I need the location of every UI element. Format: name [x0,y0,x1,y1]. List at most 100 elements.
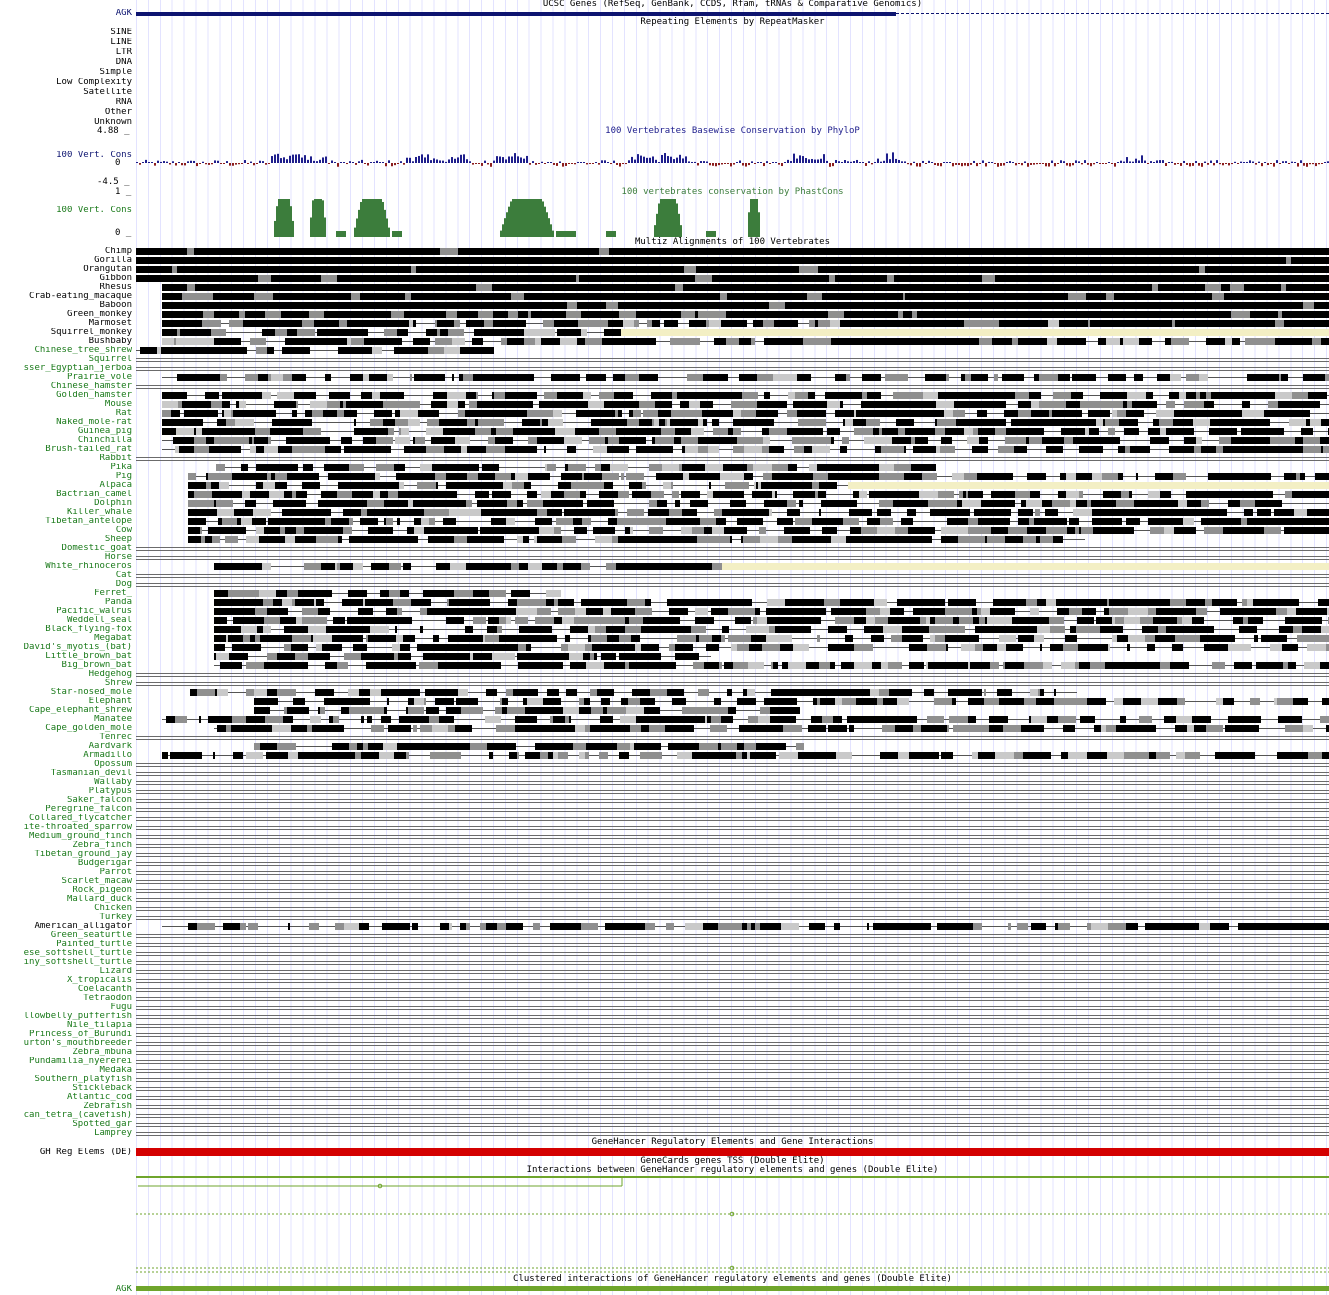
species-label[interactable]: Alpaca [0,481,132,490]
species-label[interactable]: David's_myotis_(bat) [0,643,132,652]
alignment-row[interactable] [136,500,1329,508]
alignment-row[interactable] [136,617,1329,625]
alignment-row[interactable] [136,410,1329,418]
alignment-row[interactable] [136,275,1329,283]
phastcons-track-label[interactable]: 100 Vert. Cons [0,206,132,215]
species-label[interactable]: Gorilla [0,256,132,265]
repeat-class-label[interactable]: RNA [0,98,132,107]
phastcons-wiggle-plot[interactable] [136,194,1329,238]
alignment-row[interactable] [136,518,1329,526]
alignment-row[interactable] [136,419,1329,427]
repeat-class-label[interactable]: LTR [0,48,132,57]
alignment-row[interactable] [136,626,1329,634]
alignment-row[interactable] [136,428,1329,436]
alignment-row[interactable] [136,599,1329,607]
species-label[interactable]: Hedgehog [0,670,132,679]
phylop-track-title[interactable]: 100 Vertebrates Basewise Conservation by… [136,127,1329,136]
species-label[interactable]: Bactrian_camel [0,490,132,499]
alignment-row[interactable] [136,644,1329,652]
alignment-row[interactable] [136,635,1329,643]
alignment-row[interactable] [136,689,1329,697]
species-label[interactable]: Cat [0,571,132,580]
alignment-row[interactable] [136,707,1329,715]
species-label[interactable]: Little_brown_bat [0,652,132,661]
alignment-row[interactable] [136,437,1329,445]
alignment-row[interactable] [136,284,1329,292]
species-label[interactable]: Chimp [0,247,132,256]
species-label[interactable]: Chinese_hamster [0,382,132,391]
alignment-row[interactable] [136,257,1329,265]
species-label[interactable]: Black_flying-fox [0,625,132,634]
species-label[interactable]: sser_Egyptian_jerboa [0,364,132,373]
species-label[interactable]: Crab-eating_macaque [0,292,132,301]
species-label[interactable]: Star-nosed_mole [0,688,132,697]
species-label[interactable]: Pig [0,472,132,481]
repeatmasker-track-title[interactable]: Repeating Elements by RepeatMasker [136,18,1329,27]
alignment-row[interactable] [136,698,1329,706]
alignment-row[interactable] [136,563,1329,571]
species-label[interactable]: Pika [0,463,132,472]
alignment-row[interactable] [136,293,1329,301]
alignment-row[interactable] [136,491,1329,499]
species-label[interactable]: Cow [0,526,132,535]
species-label[interactable]: Green_monkey [0,310,132,319]
alignment-row[interactable] [136,536,1329,544]
repeat-class-label[interactable]: SINE [0,28,132,37]
species-label[interactable]: Killer_whale [0,508,132,517]
species-label[interactable]: Panda [0,598,132,607]
alignment-row[interactable] [136,374,1329,382]
alignment-row[interactable] [136,302,1329,310]
species-label[interactable]: Chinese_tree_shrew [0,346,132,355]
species-label[interactable]: Dog [0,580,132,589]
species-label[interactable]: Squirrel [0,355,132,364]
gene-label-agk[interactable]: AGK [0,9,132,18]
alignment-row[interactable] [136,590,1329,598]
species-label[interactable]: Rhesus [0,283,132,292]
species-label[interactable]: White_rhinoceros [0,562,132,571]
alignment-row[interactable] [136,338,1329,346]
species-label[interactable]: Orangutan [0,265,132,274]
multiz-track-title[interactable]: Multiz Alignments of 100 Vertebrates [136,238,1329,247]
species-label[interactable]: Gibbon [0,274,132,283]
species-label[interactable]: Bushbaby [0,337,132,346]
alignment-row[interactable] [136,608,1329,616]
species-label[interactable]: Marmoset [0,319,132,328]
species-label[interactable]: Mouse [0,400,132,409]
alignment-row[interactable] [136,464,1329,472]
species-label[interactable]: Sheep [0,535,132,544]
gene-agk-intron-line[interactable] [896,13,1329,14]
alignment-row[interactable] [136,401,1329,409]
alignment-row[interactable] [136,716,1329,724]
repeat-class-label[interactable]: LINE [0,38,132,47]
phylop-wiggle-plot[interactable] [136,136,1329,188]
species-label[interactable]: Squirrel_monkey [0,328,132,337]
alignment-row[interactable] [136,392,1329,400]
species-label[interactable]: Baboon [0,301,132,310]
alignment-row[interactable] [136,329,1329,337]
repeat-class-label[interactable]: Other [0,108,132,117]
repeat-class-label[interactable]: Satellite [0,88,132,97]
alignment-row[interactable] [136,347,1329,355]
species-label[interactable]: Dolphin [0,499,132,508]
alignment-row[interactable] [136,248,1329,256]
alignment-row[interactable] [136,446,1329,454]
species-label[interactable]: Megabat [0,634,132,643]
species-label[interactable]: Rat [0,409,132,418]
phylop-track-label[interactable]: 100 Vert. Cons [0,151,132,160]
alignment-row[interactable] [136,266,1329,274]
species-label[interactable]: Guinea_pig [0,427,132,436]
repeat-class-label[interactable]: DNA [0,58,132,67]
alignment-row[interactable] [136,482,1329,490]
gene-agk-exon-bar[interactable] [136,12,896,16]
species-label[interactable]: Elephant [0,697,132,706]
alignment-row[interactable] [136,473,1329,481]
repeat-class-label[interactable]: Low Complexity [0,78,132,87]
species-label[interactable]: Naked_mole-rat [0,418,132,427]
species-label[interactable]: Brush-tailed_rat [0,445,132,454]
species-label[interactable]: Chinchilla [0,436,132,445]
alignment-row[interactable] [136,509,1329,517]
species-label[interactable]: Domestic_goat [0,544,132,553]
alignment-row[interactable] [136,320,1329,328]
species-label[interactable]: Shrew [0,679,132,688]
ucsc-genes-track-title[interactable]: UCSC Genes (RefSeq, GenBank, CCDS, Rfam,… [136,0,1329,9]
